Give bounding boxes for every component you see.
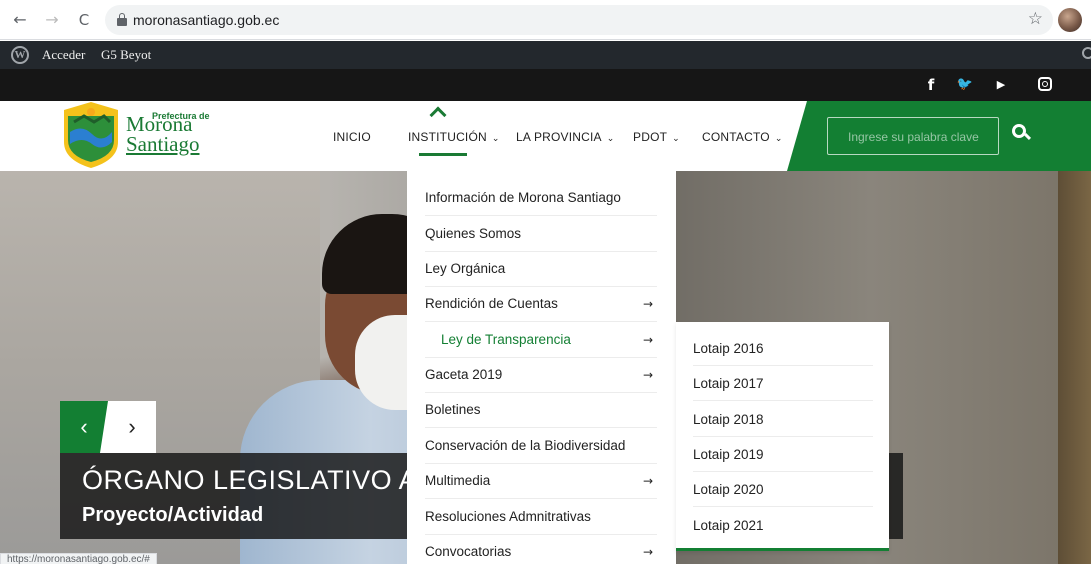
dropdown-item-label: Multimedia [425, 473, 491, 488]
menu-item-institucion[interactable]: INSTITUCIÓN ⌄ [408, 130, 500, 144]
dropdown-item-label: Conservación de la Biodiversidad [425, 438, 626, 453]
chevron-down-icon: ⌄ [491, 133, 500, 143]
page-root: ← → C moronasantiago.gob.ec ☆ W Acceder … [0, 0, 1091, 564]
menu-item-pdot[interactable]: PDOT ⌄ [633, 130, 680, 144]
slide-title[interactable]: ÓRGANO LEGISLATIVO A [82, 465, 417, 496]
dropdown-item-ley-transparencia[interactable]: Ley de Transparencia → [425, 322, 657, 358]
arrow-right-icon: → [642, 474, 653, 488]
submenu-item-lotaip-2021[interactable]: Lotaip 2021 [693, 508, 873, 543]
transparencia-submenu: Lotaip 2016 Lotaip 2017 Lotaip 2018 Lota… [676, 322, 889, 551]
slide-subtitle: Proyecto/Actividad [82, 504, 264, 526]
menu-item-label: PDOT [633, 130, 668, 144]
youtube-icon[interactable]: ▶ [992, 75, 1010, 95]
arrow-right-icon: → [642, 545, 653, 559]
active-menu-indicator [419, 153, 467, 156]
menu-item-label: CONTACTO [702, 130, 770, 144]
admin-theme-link[interactable]: G5 Beyot [101, 47, 151, 63]
address-url: moronasantiago.gob.ec [133, 12, 280, 28]
dropdown-item-label: Boletines [425, 402, 481, 417]
arrow-right-icon: → [642, 368, 653, 382]
dropdown-item-resoluciones[interactable]: Resoluciones Admnitrativas [425, 499, 657, 535]
chevron-down-icon: ⌄ [606, 133, 615, 143]
submenu-item-lotaip-2020[interactable]: Lotaip 2020 [693, 472, 873, 507]
menu-item-la-provincia[interactable]: LA PROVINCIA ⌄ [516, 130, 615, 144]
dropdown-item-label: Gaceta 2019 [425, 367, 503, 382]
search-placeholder: Ingrese su palabra clave [848, 130, 979, 144]
browser-toolbar: ← → C moronasantiago.gob.ec ☆ [0, 0, 1091, 40]
back-arrow-icon[interactable]: ← [8, 8, 32, 32]
submenu-item-lotaip-2017[interactable]: Lotaip 2017 [693, 366, 873, 401]
dropdown-item-boletines[interactable]: Boletines [425, 392, 657, 428]
dropdown-item-multimedia[interactable]: Multimedia → [425, 463, 657, 499]
dropdown-item-biodiversidad[interactable]: Conservación de la Biodiversidad [425, 428, 657, 464]
arrow-right-icon: → [642, 333, 653, 347]
dropdown-item-label: Quienes Somos [425, 226, 522, 241]
admin-login-link[interactable]: Acceder [42, 47, 85, 63]
bookmark-star-icon[interactable]: ☆ [1028, 9, 1043, 29]
address-bar[interactable]: moronasantiago.gob.ec ☆ [105, 5, 1053, 35]
dropdown-item-rendicion[interactable]: Rendición de Cuentas → [425, 286, 657, 322]
instagram-icon[interactable] [1038, 77, 1052, 91]
menu-item-label: LA PROVINCIA [516, 130, 602, 144]
hero-photo-door [1058, 171, 1091, 564]
facebook-icon[interactable]: f [924, 75, 938, 95]
institucion-dropdown: Información de Morona Santiago Quienes S… [407, 171, 676, 564]
dropdown-item-label: Ley Orgánica [425, 261, 506, 276]
menu-item-label: INSTITUCIÓN [408, 130, 487, 144]
chevron-down-icon: ⌄ [774, 133, 783, 143]
submenu-item-lotaip-2016[interactable]: Lotaip 2016 [693, 331, 873, 366]
dropdown-item-label: Ley de Transparencia [441, 332, 571, 347]
logo-line-2: Santiago [126, 132, 200, 156]
admin-search-icon[interactable] [1082, 47, 1091, 59]
social-bar: f 🐦 ▶ [0, 69, 1091, 101]
submenu-item-lotaip-2018[interactable]: Lotaip 2018 [693, 402, 873, 437]
arrow-right-icon: → [642, 297, 653, 311]
search-icon[interactable] [1012, 124, 1032, 144]
profile-avatar[interactable] [1058, 8, 1082, 32]
dropdown-item-quienes-somos[interactable]: Quienes Somos [425, 216, 657, 252]
chevron-down-icon: ⌄ [672, 133, 680, 143]
twitter-icon[interactable]: 🐦 [955, 75, 975, 95]
dropdown-item-label: Información de Morona Santiago [425, 190, 621, 205]
link-status-bar: https://moronasantiago.gob.ec/# [0, 553, 157, 564]
dropdown-item-label: Convocatorias [425, 544, 512, 559]
slider-next-button[interactable]: › [100, 401, 156, 453]
wordpress-logo-icon[interactable]: W [11, 46, 29, 64]
menu-item-label: INICIO [333, 130, 371, 144]
submenu-item-lotaip-2019[interactable]: Lotaip 2019 [693, 437, 873, 472]
lock-icon [117, 13, 127, 26]
dropdown-item-label: Resoluciones Admnitrativas [425, 509, 591, 524]
forward-arrow-icon[interactable]: → [40, 8, 64, 32]
menu-item-inicio[interactable]: INICIO [333, 130, 371, 144]
wp-admin-bar: W Acceder G5 Beyot [0, 41, 1091, 69]
dropdown-item-label: Rendición de Cuentas [425, 296, 558, 311]
menu-item-contacto[interactable]: CONTACTO ⌄ [702, 130, 783, 144]
dropdown-item-informacion[interactable]: Información de Morona Santiago [425, 180, 657, 216]
dropdown-item-gaceta[interactable]: Gaceta 2019 → [425, 357, 657, 393]
province-emblem-icon [64, 102, 118, 168]
reload-icon[interactable]: C [72, 8, 96, 32]
dropdown-item-ley-organica[interactable]: Ley Orgánica [425, 251, 657, 287]
dropdown-item-convocatorias[interactable]: Convocatorias → [425, 534, 657, 564]
